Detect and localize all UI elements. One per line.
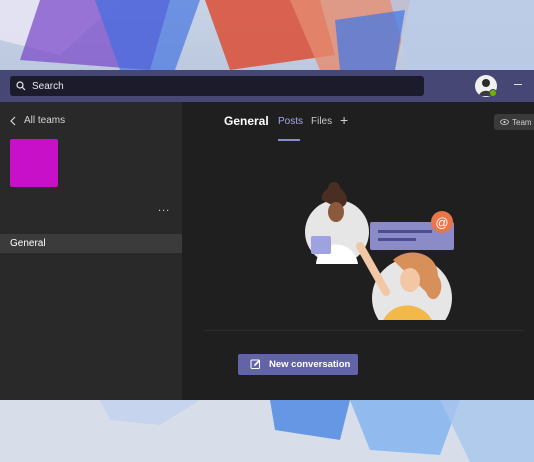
add-tab-button[interactable]: +	[340, 112, 348, 128]
channel-title: General	[224, 114, 269, 128]
presence-status-icon	[489, 89, 497, 97]
eye-icon	[500, 119, 509, 125]
tab-posts[interactable]: Posts	[278, 116, 303, 127]
channel-item-general[interactable]: General	[0, 234, 182, 253]
minimize-icon[interactable]	[514, 84, 522, 85]
sidebar: All teams ... General	[0, 102, 182, 400]
chevron-left-icon	[10, 116, 16, 125]
all-teams-label: All teams	[24, 115, 66, 126]
search-placeholder: Search	[32, 80, 64, 92]
teams-window: Search All teams ... General General Pos…	[0, 70, 534, 400]
channel-content: General Posts Files + Team @ New convers…	[182, 102, 534, 400]
channel-label: General	[10, 238, 46, 249]
new-conversation-label: New conversation	[269, 359, 351, 370]
team-button-label: Team	[512, 117, 532, 127]
team-info-button[interactable]: Team	[494, 114, 534, 130]
welcome-illustration: @	[305, 182, 454, 320]
active-tab-indicator	[278, 139, 300, 141]
team-avatar-tile[interactable]	[10, 139, 58, 187]
search-input[interactable]: Search	[10, 76, 424, 96]
new-conversation-button[interactable]: New conversation	[238, 354, 358, 375]
compose-icon	[250, 359, 260, 369]
all-teams-link[interactable]: All teams	[10, 115, 65, 126]
search-icon	[16, 81, 26, 91]
title-bar: Search	[0, 70, 534, 102]
svg-text:@: @	[435, 215, 448, 230]
tab-files[interactable]: Files	[311, 116, 332, 127]
more-options-icon[interactable]: ...	[158, 202, 170, 214]
content-divider	[204, 330, 524, 331]
